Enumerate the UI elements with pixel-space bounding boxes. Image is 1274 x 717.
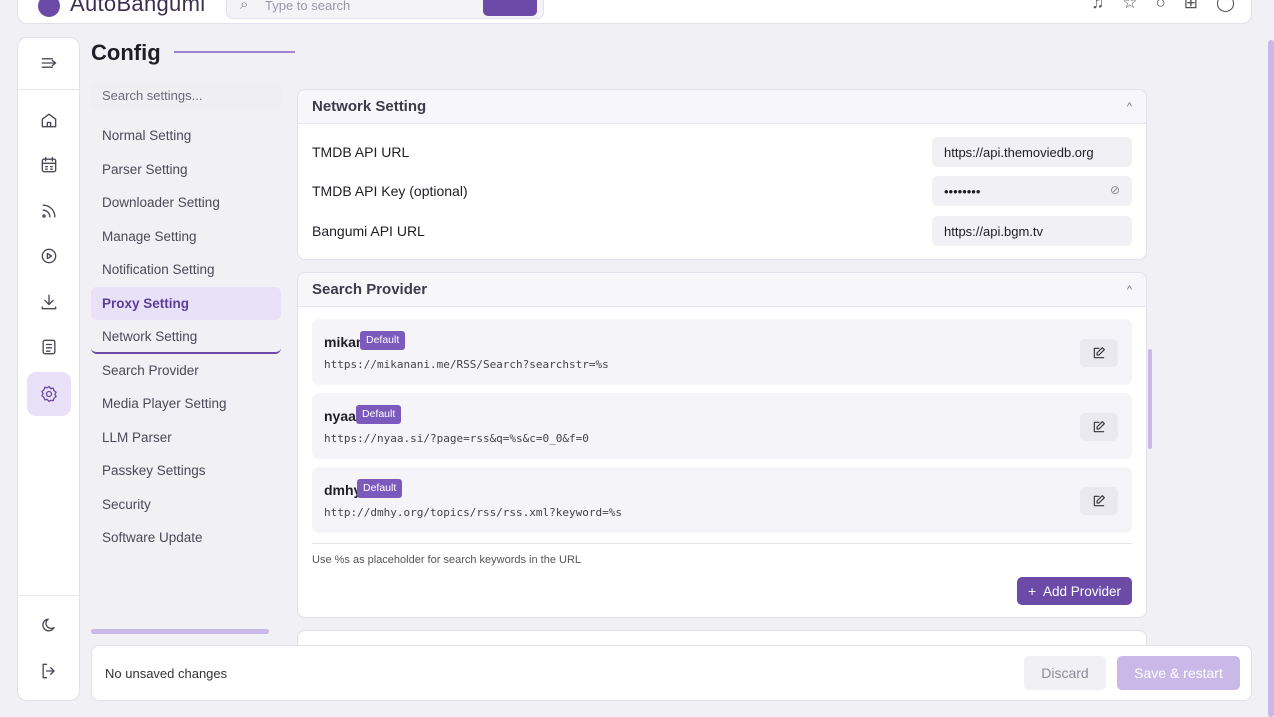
edit-icon — [1093, 495, 1105, 507]
player-icon[interactable] — [27, 237, 71, 275]
edit-icon — [1093, 347, 1105, 359]
home-icon[interactable] — [27, 101, 71, 139]
download-icon[interactable] — [27, 283, 71, 321]
nav-item-parser[interactable]: Parser Setting — [91, 153, 281, 187]
nav-item-notification[interactable]: Notification Setting — [91, 253, 281, 287]
content-scrollbar[interactable] — [1148, 349, 1152, 449]
rss-icon[interactable] — [27, 192, 71, 230]
dark-mode-icon[interactable] — [27, 606, 71, 644]
settings-nav: Normal Setting Parser Setting Downloader… — [91, 119, 281, 555]
network-setting-title: Network Setting — [312, 98, 427, 115]
add-provider-button[interactable]: + Add Provider — [1017, 577, 1132, 605]
edit-icon — [1093, 421, 1105, 433]
provider-item-dmhy: dmhy Default http://dmhy.org/topics/rss/… — [312, 467, 1132, 533]
app-logo-icon — [38, 0, 60, 17]
bangumi-url-input[interactable]: https://api.bgm.tv — [932, 216, 1132, 246]
nav-item-network[interactable]: Network Setting — [91, 320, 281, 354]
top-actions: ♫ ☆ ○ ⊞ ◯ — [1091, 0, 1235, 13]
global-search-button[interactable] — [483, 0, 537, 16]
nav-item-media-player[interactable]: Media Player Setting — [91, 387, 281, 421]
title-underline — [174, 51, 295, 53]
default-badge: Default — [356, 405, 402, 424]
sidebar-rail — [17, 37, 80, 701]
nav-item-security[interactable]: Security — [91, 488, 281, 522]
tmdb-url-input[interactable]: https://api.themoviedb.org — [932, 137, 1132, 167]
tmdb-key-label: TMDB API Key (optional) — [312, 183, 468, 199]
default-badge: Default — [357, 479, 403, 498]
network-setting-card: Network Setting ^ TMDB API URL https://a… — [297, 89, 1147, 260]
tmdb-key-row: TMDB API Key (optional) •••••••• ⊘ — [312, 176, 1132, 206]
save-restart-button[interactable]: Save & restart — [1117, 656, 1240, 690]
tmdb-url-row: TMDB API URL https://api.themoviedb.org — [312, 137, 1132, 167]
nav-item-search-provider[interactable]: Search Provider — [91, 354, 281, 388]
notification-icon[interactable]: ♫ — [1091, 0, 1104, 13]
add-provider-label: Add Provider — [1042, 583, 1121, 599]
network-setting-header[interactable]: Network Setting ^ — [298, 90, 1146, 124]
nav-item-llm-parser[interactable]: LLM Parser — [91, 421, 281, 455]
nav-item-downloader[interactable]: Downloader Setting — [91, 186, 281, 220]
footer-bar: No unsaved changes Discard Save & restar… — [91, 645, 1252, 701]
provider-item-mikan: mikan Default https://mikanani.me/RSS/Se… — [312, 319, 1132, 385]
nav-item-manage[interactable]: Manage Setting — [91, 220, 281, 254]
save-status: No unsaved changes — [105, 666, 228, 681]
bangumi-url-label: Bangumi API URL — [312, 223, 425, 239]
nav-item-normal[interactable]: Normal Setting — [91, 119, 281, 153]
info-icon[interactable]: ○ — [1155, 0, 1165, 13]
plus-icon: + — [1028, 583, 1036, 599]
settings-gear-icon[interactable] — [27, 372, 71, 416]
provider-name: nyaa — [324, 408, 356, 424]
tmdb-key-value: •••••••• — [944, 184, 981, 199]
provider-url: https://mikanani.me/RSS/Search?searchstr… — [324, 358, 609, 371]
top-bar: AutoBangumi ⌕ Type to search ♫ ☆ ○ ⊞ ◯ — [17, 0, 1252, 24]
provider-name: dmhy — [324, 482, 362, 498]
divider — [312, 543, 1132, 544]
provider-item-nyaa: nyaa Default https://nyaa.si/?page=rss&q… — [312, 393, 1132, 459]
search-provider-header[interactable]: Search Provider ^ — [298, 273, 1146, 307]
provider-name: mikan — [324, 334, 365, 350]
default-badge: Default — [360, 331, 406, 350]
page-title: Config — [91, 40, 161, 65]
chevron-up-icon[interactable]: ^ — [1127, 101, 1132, 113]
provider-url: https://nyaa.si/?page=rss&q=%s&c=0_0&f=0 — [324, 432, 589, 445]
logout-icon[interactable] — [27, 652, 71, 690]
nav-item-proxy[interactable]: Proxy Setting — [91, 286, 281, 320]
page-scrollbar[interactable] — [1268, 40, 1274, 717]
grid-icon[interactable]: ⊞ — [1184, 0, 1198, 13]
eye-off-icon[interactable]: ⊘ — [1110, 183, 1120, 197]
nav-scrollbar[interactable] — [91, 629, 269, 634]
app-title: AutoBangumi — [70, 0, 206, 16]
edit-provider-button[interactable] — [1080, 487, 1118, 515]
settings-search-input[interactable]: Search settings... — [91, 81, 281, 111]
log-icon[interactable] — [27, 328, 71, 366]
search-provider-card: Search Provider ^ mikan Default https://… — [297, 272, 1147, 618]
nav-item-passkey[interactable]: Passkey Settings — [91, 454, 281, 488]
avatar[interactable]: ◯ — [1216, 0, 1235, 13]
chevron-up-icon[interactable]: ^ — [1127, 284, 1132, 296]
edit-provider-button[interactable] — [1080, 413, 1118, 441]
edit-provider-button[interactable] — [1080, 339, 1118, 367]
global-search-input[interactable]: ⌕ Type to search — [226, 0, 544, 19]
star-icon[interactable]: ☆ — [1122, 0, 1137, 13]
discard-button[interactable]: Discard — [1024, 656, 1106, 690]
search-icon: ⌕ — [240, 0, 249, 13]
search-provider-title: Search Provider — [312, 281, 428, 298]
bangumi-url-row: Bangumi API URL https://api.bgm.tv — [312, 216, 1132, 246]
placeholder-hint: Use %s as placeholder for search keyword… — [312, 554, 582, 566]
calendar-icon[interactable] — [27, 146, 71, 184]
tmdb-url-label: TMDB API URL — [312, 144, 410, 160]
tmdb-key-input[interactable]: •••••••• ⊘ — [932, 176, 1132, 206]
collapse-sidebar-icon[interactable] — [27, 44, 71, 82]
nav-item-software-update[interactable]: Software Update — [91, 521, 281, 555]
global-search-placeholder: Type to search — [265, 0, 351, 13]
provider-url: http://dmhy.org/topics/rss/rss.xml?keywo… — [324, 506, 623, 519]
